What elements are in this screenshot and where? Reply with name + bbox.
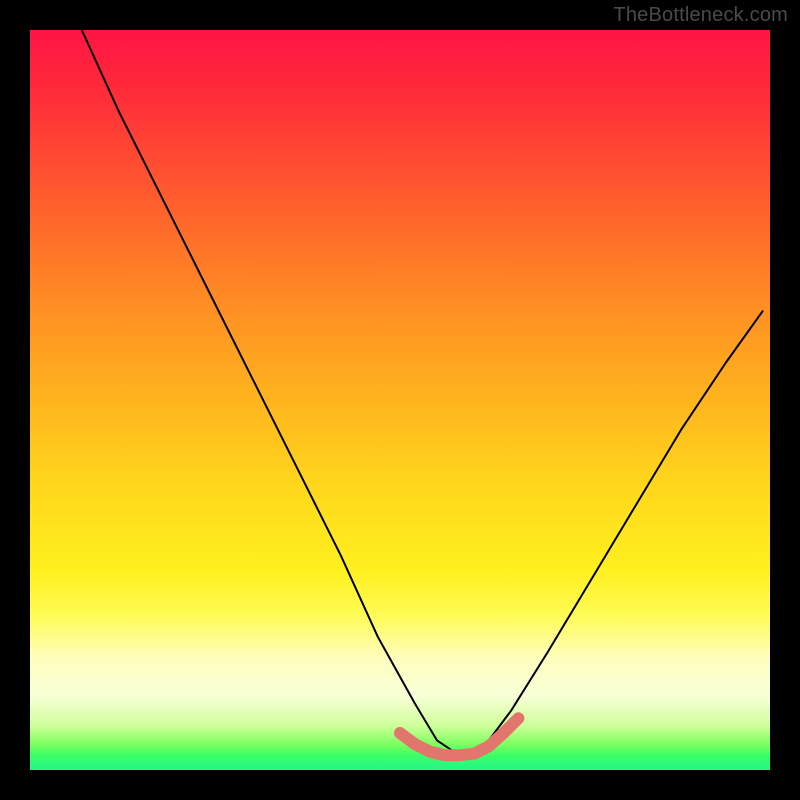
watermark-text: TheBottleneck.com <box>613 4 788 27</box>
chart-stage: TheBottleneck.com <box>0 0 800 800</box>
curve-layer <box>30 30 770 770</box>
bottleneck-curve <box>82 30 763 755</box>
plot-area <box>30 30 770 770</box>
